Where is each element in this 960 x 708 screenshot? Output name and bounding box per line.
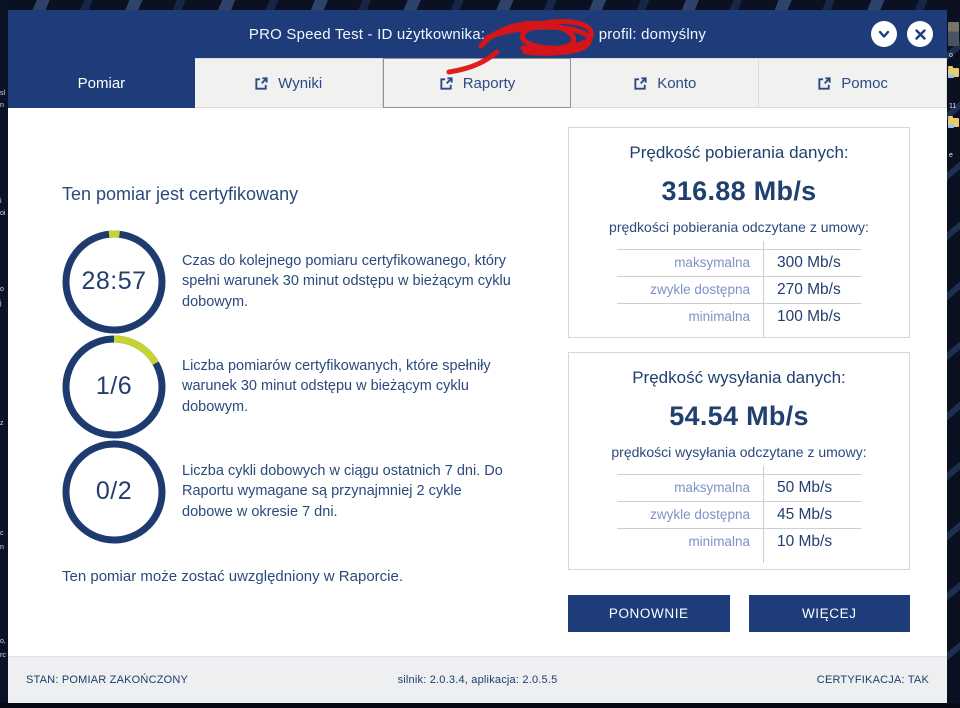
table-row: zwykle dostępna 45 Mb/s [617, 501, 862, 528]
retry-button[interactable]: PONOWNIE [568, 595, 730, 632]
measurement-page: Ten pomiar jest certyfikowany 28:57 Czas… [8, 108, 947, 656]
more-button[interactable]: WIĘCEJ [749, 595, 911, 632]
desktop-text-fragment: sl [0, 90, 5, 97]
external-link-icon [254, 76, 269, 91]
certification-panel: Ten pomiar jest certyfikowany 28:57 Czas… [62, 108, 542, 585]
folder-icon[interactable] [948, 68, 959, 77]
desktop-text-fragment: oi [0, 210, 5, 217]
tab-label: Pomiar [78, 75, 126, 92]
download-panel-title: Prędkość pobierania danych: [569, 143, 909, 163]
desktop-wallpaper-top [0, 0, 960, 10]
tab-konto[interactable]: Konto [571, 58, 759, 108]
table-row: maksymalna 300 Mb/s [617, 249, 862, 276]
table-row: maksymalna 50 Mb/s [617, 474, 862, 501]
desktop-edge-left: sl n i oi o j z c n o, rc [0, 0, 8, 708]
close-icon [914, 28, 927, 41]
chevron-down-icon [877, 27, 891, 41]
upload-panel-title: Prędkość wysyłania danych: [569, 368, 909, 388]
action-buttons: PONOWNIE WIĘCEJ [568, 595, 910, 632]
download-speed-value: 316.88 Mb/s [569, 176, 909, 207]
table-row: zwykle dostępna 270 Mb/s [617, 276, 862, 303]
external-link-icon [439, 76, 454, 91]
table-row: minimalna 100 Mb/s [617, 303, 862, 330]
window-controls [871, 10, 933, 58]
desktop-text-fragment: rc [0, 652, 6, 659]
report-note: Ten pomiar może zostać uwzględniony w Ra… [62, 568, 542, 585]
desktop-icon-label: e [949, 152, 953, 159]
desktop-edge-bottom [0, 703, 960, 708]
tab-label: Pomoc [841, 75, 888, 92]
measurements-count-row: 1/6 Liczba pomiarów certyfikowanych, któ… [62, 334, 542, 439]
external-link-icon [817, 76, 832, 91]
timer-ring: 28:57 [62, 230, 166, 334]
titlebar[interactable]: PRO Speed Test - ID użytkownika: - profi… [8, 10, 947, 58]
download-speed-panel: Prędkość pobierania danych: 316.88 Mb/s … [568, 127, 910, 338]
status-versions: silnik: 2.0.3.4, aplikacja: 2.0.5.5 [8, 674, 947, 686]
cycles-count-row: 0/2 Liczba cykli dobowych w ciągu ostatn… [62, 439, 542, 544]
desktop-text-fragment: o, [0, 638, 6, 645]
cycles-ring: 0/2 [62, 440, 166, 544]
desktop-photo-icon[interactable] [948, 22, 959, 46]
close-button[interactable] [907, 21, 933, 47]
folder-icon[interactable] [948, 118, 959, 127]
timer-value: 28:57 [62, 230, 166, 334]
cycles-description: Liczba cykli dobowych w ciągu ostatnich … [182, 461, 514, 523]
timer-description: Czas do kolejnego pomiaru certyfikowaneg… [182, 251, 514, 313]
download-contract-table: maksymalna 300 Mb/s zwykle dostępna 270 … [617, 241, 862, 338]
tab-label: Wyniki [278, 75, 322, 92]
pro-speed-test-window: PRO Speed Test - ID użytkownika: - profi… [8, 10, 947, 703]
tab-pomiar[interactable]: Pomiar [8, 58, 195, 108]
tab-wyniki[interactable]: Wyniki [195, 58, 383, 108]
desktop-text-fragment: n [0, 544, 4, 551]
measurements-description: Liczba pomiarów certyfikowanych, które s… [182, 356, 514, 418]
download-contract-subtitle: prędkości pobierania odczytane z umowy: [569, 219, 909, 235]
external-link-icon [633, 76, 648, 91]
upload-speed-value: 54.54 Mb/s [569, 401, 909, 432]
speed-results: Prędkość pobierania danych: 316.88 Mb/s … [568, 127, 910, 632]
tab-label: Konto [657, 75, 696, 92]
desktop-edge-right: o 11 e [947, 0, 960, 708]
cycles-count-value: 0/2 [62, 440, 166, 544]
desktop-icon-label: o [949, 52, 953, 59]
status-bar: STAN: POMIAR ZAKOŃCZONY silnik: 2.0.3.4,… [8, 656, 947, 703]
tab-label: Raporty [463, 75, 516, 92]
tab-pomoc[interactable]: Pomoc [759, 58, 947, 108]
desktop-text-fragment: i [0, 198, 2, 205]
upload-contract-subtitle: prędkości wysyłania odczytane z umowy: [569, 444, 909, 460]
window-title: PRO Speed Test - ID użytkownika: - profi… [249, 26, 706, 43]
desktop-icon-label: 11 [949, 103, 956, 110]
certification-heading: Ten pomiar jest certyfikowany [62, 184, 542, 205]
desktop-text-fragment: j [0, 300, 2, 307]
desktop-text-fragment: z [0, 420, 4, 427]
table-row: minimalna 10 Mb/s [617, 528, 862, 555]
timer-row: 28:57 Czas do kolejnego pomiaru certyfik… [62, 229, 542, 334]
tab-bar: Pomiar Wyniki Raporty Konto Pomoc [8, 58, 947, 108]
measurements-ring: 1/6 [62, 335, 166, 439]
desktop-text-fragment: o [0, 286, 4, 293]
desktop-text-fragment: n [0, 102, 4, 109]
upload-contract-table: maksymalna 50 Mb/s zwykle dostępna 45 Mb… [617, 466, 862, 563]
tab-raporty[interactable]: Raporty [383, 58, 572, 108]
minimize-button[interactable] [871, 21, 897, 47]
upload-speed-panel: Prędkość wysyłania danych: 54.54 Mb/s pr… [568, 352, 910, 570]
desktop-text-fragment: c [0, 530, 4, 537]
measurements-count-value: 1/6 [62, 335, 166, 439]
